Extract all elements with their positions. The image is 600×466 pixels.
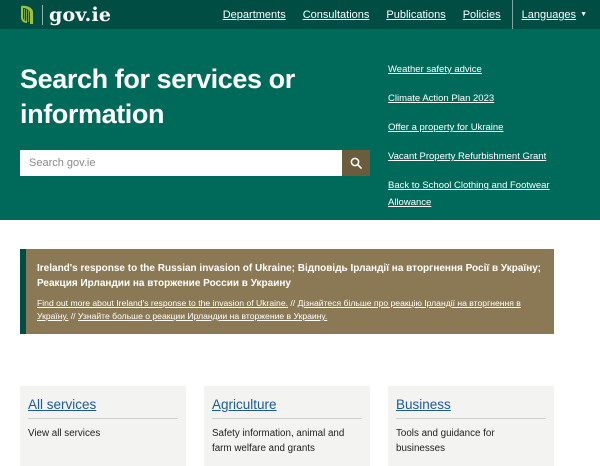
hero-section: Search for services or information Weath… [0,29,600,220]
card-title-business[interactable]: Business [396,396,546,414]
language-label[interactable]: Languages [522,9,576,21]
category-card-business: Business Tools and guidance for business… [388,386,554,466]
quick-link-item: Offer a property for Ukraine [388,118,588,135]
quick-link-weather[interactable]: Weather safety advice [388,64,482,75]
search-icon [350,157,362,169]
main-nav: Departments Consultations Publications P… [206,0,600,29]
search-form [20,150,370,176]
alert-link-russian[interactable]: Узнайте больше о реакции Ирландии на вто… [78,311,327,321]
category-card-agriculture: Agriculture Safety information, animal a… [204,386,370,466]
ukraine-alert-banner: Ireland's response to the Russian invasi… [20,249,554,334]
quick-links-list: Weather safety advice Climate Action Pla… [388,60,588,222]
quick-link-vacant-property[interactable]: Vacant Property Refurbishment Grant [388,151,546,162]
alert-link-english[interactable]: Find out more about Ireland's response t… [37,298,288,308]
language-selector[interactable]: Languages ▼ [511,0,600,29]
quick-link-ukraine-property[interactable]: Offer a property for Ukraine [388,122,503,133]
card-title-all-services[interactable]: All services [28,396,178,414]
quick-link-item: Vacant Property Refurbishment Grant [388,147,588,164]
category-card-all-services: All services View all services [20,386,186,466]
card-description: Tools and guidance for businesses [396,428,495,454]
alert-links: Find out more about Ireland's response t… [37,297,542,323]
quick-link-back-to-school[interactable]: Back to School Clothing and Footwear All… [388,180,550,208]
card-divider [212,418,362,419]
nav-publications[interactable]: Publications [386,9,445,21]
card-divider [396,418,546,419]
home-logo-link[interactable]: gov.ie [18,3,111,27]
logo-divider [42,5,43,25]
quick-link-item: Back to School Clothing and Footwear All… [388,176,588,210]
site-header: gov.ie Departments Consultations Publica… [0,0,600,29]
chevron-down-icon: ▼ [580,11,587,18]
alert-title: Ireland's response to the Russian invasi… [37,263,541,289]
card-divider [28,418,178,419]
nav-consultations[interactable]: Consultations [303,9,370,21]
card-description: Safety information, animal and farm welf… [212,428,345,454]
card-description: View all services [28,428,101,439]
alert-separator: // [68,311,78,321]
nav-policies[interactable]: Policies [463,9,501,21]
harp-icon [21,5,33,25]
hero-title: Search for services or information [20,64,295,129]
quick-link-item: Weather safety advice [388,60,588,77]
search-button[interactable] [342,150,370,176]
quick-link-item: Climate Action Plan 2023 [388,89,588,106]
quick-link-climate[interactable]: Climate Action Plan 2023 [388,93,494,104]
card-title-agriculture[interactable]: Agriculture [212,396,362,414]
alert-separator: // [288,298,298,308]
nav-departments[interactable]: Departments [223,9,286,21]
search-input[interactable] [20,150,342,176]
logo-text: gov.ie [49,4,112,26]
